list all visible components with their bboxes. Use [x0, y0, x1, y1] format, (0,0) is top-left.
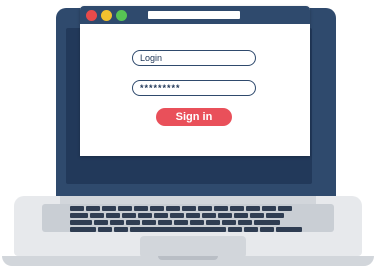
sign-in-button[interactable]: Sign in [156, 108, 232, 126]
password-field[interactable]: ********* [132, 80, 256, 96]
keyboard-key [246, 206, 260, 211]
keyboard-key [182, 206, 196, 211]
key-row [70, 220, 280, 225]
keyboard-key [138, 213, 152, 218]
keyboard-key [190, 220, 204, 225]
keyboard-key [114, 227, 128, 232]
keyboard-icon [70, 206, 306, 232]
keyboard-key [110, 220, 124, 225]
keyboard-key [122, 213, 136, 218]
keyboard-key [158, 220, 172, 225]
keyboard-key [206, 220, 220, 225]
keyboard-key [234, 213, 248, 218]
keyboard-key [70, 227, 96, 232]
key-row [70, 213, 284, 218]
keyboard-key [254, 220, 280, 225]
close-window-button[interactable] [86, 10, 97, 21]
keyboard-key [262, 206, 276, 211]
browser-window: Login ********* Sign in [80, 6, 310, 156]
keyboard-key [150, 206, 164, 211]
keyboard-key [186, 213, 200, 218]
laptop-illustration: Login ********* Sign in [0, 0, 376, 273]
key-row [70, 206, 292, 211]
keyboard-key [278, 206, 292, 211]
keyboard-key [130, 227, 226, 232]
keyboard-key [90, 213, 104, 218]
keyboard-key [134, 206, 148, 211]
laptop-hinge [60, 196, 316, 204]
minimize-window-button[interactable] [101, 10, 112, 21]
address-bar[interactable] [148, 11, 240, 19]
keyboard-key [230, 206, 244, 211]
keyboard-key [70, 213, 88, 218]
keyboard-key [118, 206, 132, 211]
keyboard-key [166, 206, 180, 211]
keyboard-key [202, 213, 216, 218]
key-row [70, 227, 302, 232]
keyboard-key [266, 213, 284, 218]
keyboard-key [228, 227, 242, 232]
keyboard-key [276, 227, 302, 232]
keyboard-key [70, 206, 84, 211]
touchpad-icon [140, 236, 246, 258]
keyboard-key [106, 213, 120, 218]
laptop-notch [158, 256, 218, 260]
keyboard-key [142, 220, 156, 225]
keyboard-key [218, 213, 232, 218]
keyboard-key [70, 220, 92, 225]
keyboard-key [198, 206, 212, 211]
keyboard-key [214, 206, 228, 211]
keyboard-key [170, 213, 184, 218]
keyboard-key [86, 206, 100, 211]
keyboard-key [126, 220, 140, 225]
keyboard-key [102, 206, 116, 211]
keyboard-key [174, 220, 188, 225]
keyboard-key [238, 220, 252, 225]
login-field[interactable]: Login [132, 50, 256, 66]
browser-titlebar [80, 6, 310, 24]
keyboard-key [98, 227, 112, 232]
maximize-window-button[interactable] [116, 10, 127, 21]
keyboard-key [260, 227, 274, 232]
keyboard-key [222, 220, 236, 225]
keyboard-key [244, 227, 258, 232]
keyboard-key [154, 213, 168, 218]
keyboard-key [250, 213, 264, 218]
keyboard-key [94, 220, 108, 225]
